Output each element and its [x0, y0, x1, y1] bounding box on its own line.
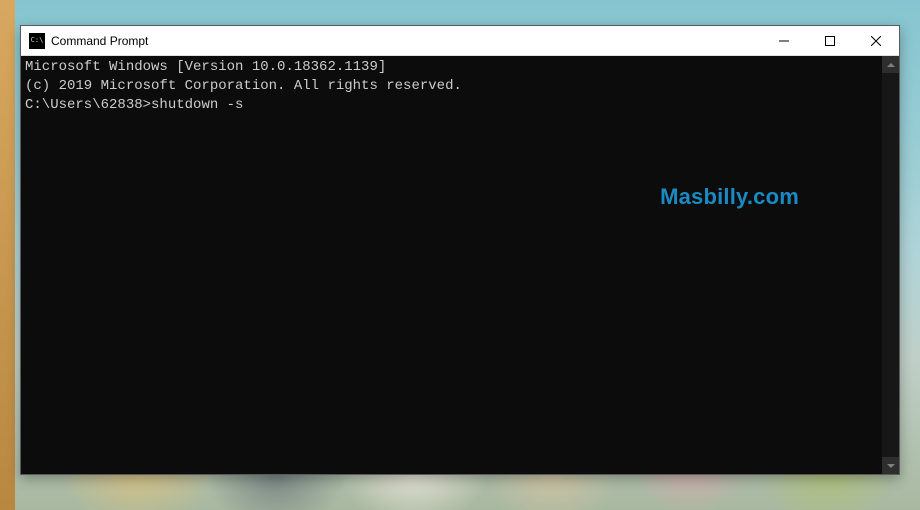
terminal-output[interactable]: Microsoft Windows [Version 10.0.18362.11…: [21, 56, 882, 474]
cmd-icon: [29, 33, 45, 49]
command-prompt-window: Command Prompt Microsoft Windows [Versio…: [20, 25, 900, 475]
maximize-button[interactable]: [807, 26, 853, 55]
minimize-icon: [779, 36, 789, 46]
maximize-icon: [825, 36, 835, 46]
scroll-track[interactable]: [882, 73, 899, 457]
chevron-down-icon: [887, 464, 895, 468]
titlebar[interactable]: Command Prompt: [21, 26, 899, 56]
prompt-path: C:\Users\62838>: [25, 97, 151, 113]
window-title: Command Prompt: [51, 34, 761, 48]
close-icon: [871, 36, 881, 46]
vertical-scrollbar[interactable]: [882, 56, 899, 474]
prompt-line: C:\Users\62838>shutdown -s: [25, 96, 878, 115]
minimize-button[interactable]: [761, 26, 807, 55]
scroll-down-button[interactable]: [882, 457, 899, 474]
chevron-up-icon: [887, 63, 895, 67]
copyright-line: (c) 2019 Microsoft Corporation. All righ…: [25, 77, 878, 96]
window-controls: [761, 26, 899, 55]
close-button[interactable]: [853, 26, 899, 55]
command-text: shutdown -s: [151, 97, 243, 113]
scroll-up-button[interactable]: [882, 56, 899, 73]
terminal-area: Microsoft Windows [Version 10.0.18362.11…: [21, 56, 899, 474]
version-line: Microsoft Windows [Version 10.0.18362.11…: [25, 58, 878, 77]
